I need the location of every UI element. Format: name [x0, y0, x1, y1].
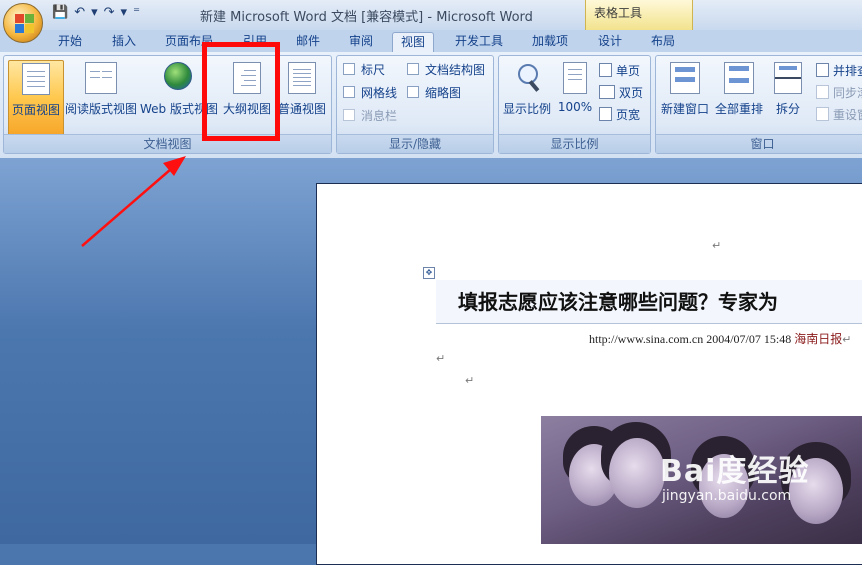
office-logo-icon: [25, 24, 34, 33]
office-button[interactable]: [3, 3, 43, 43]
office-logo-icon: [15, 24, 24, 33]
annotation-arrow: [81, 156, 186, 247]
office-logo-icon: [15, 14, 24, 23]
office-logo-icon: [25, 14, 34, 23]
